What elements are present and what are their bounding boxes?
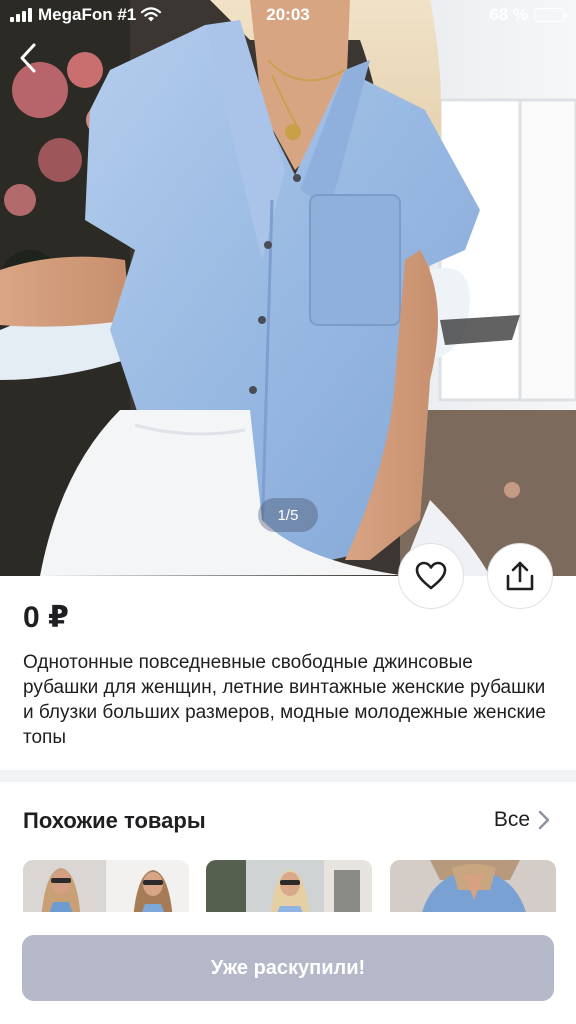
product-photo <box>0 0 576 576</box>
product-title: Однотонные повседневные свободные джинсо… <box>23 652 546 748</box>
heart-icon <box>415 561 447 590</box>
battery-percent: 68 % <box>489 5 528 24</box>
similar-products-heading: Похожие товары <box>23 808 206 833</box>
back-chevron-icon <box>20 43 36 73</box>
product-image-gallery[interactable]: MegaFon #1 20:03 68 % 1/5 <box>0 0 576 576</box>
similar-all-link[interactable]: Все <box>494 808 550 832</box>
similar-product-card[interactable] <box>390 860 556 912</box>
similar-all-label: Все <box>493 808 530 831</box>
section-divider <box>0 770 576 782</box>
share-icon <box>506 561 534 591</box>
similar-product-image <box>206 860 372 912</box>
share-button[interactable] <box>487 543 553 609</box>
chevron-right-icon <box>538 810 550 830</box>
status-right: 68 % <box>489 5 567 25</box>
sold-out-button[interactable]: Уже раскупили! <box>22 935 554 1001</box>
similar-product-image <box>23 860 189 912</box>
similar-product-image <box>390 860 556 912</box>
back-button[interactable] <box>10 38 46 78</box>
status-bar: MegaFon #1 20:03 68 % <box>0 0 576 30</box>
similar-product-card[interactable] <box>206 860 372 912</box>
similar-product-card[interactable] <box>23 860 189 912</box>
image-counter: 1/5 <box>258 498 318 532</box>
similar-products-carousel[interactable] <box>23 860 576 912</box>
product-price: 0 ₽ <box>23 601 69 634</box>
favorite-button[interactable] <box>398 543 464 609</box>
battery-icon <box>534 8 567 22</box>
